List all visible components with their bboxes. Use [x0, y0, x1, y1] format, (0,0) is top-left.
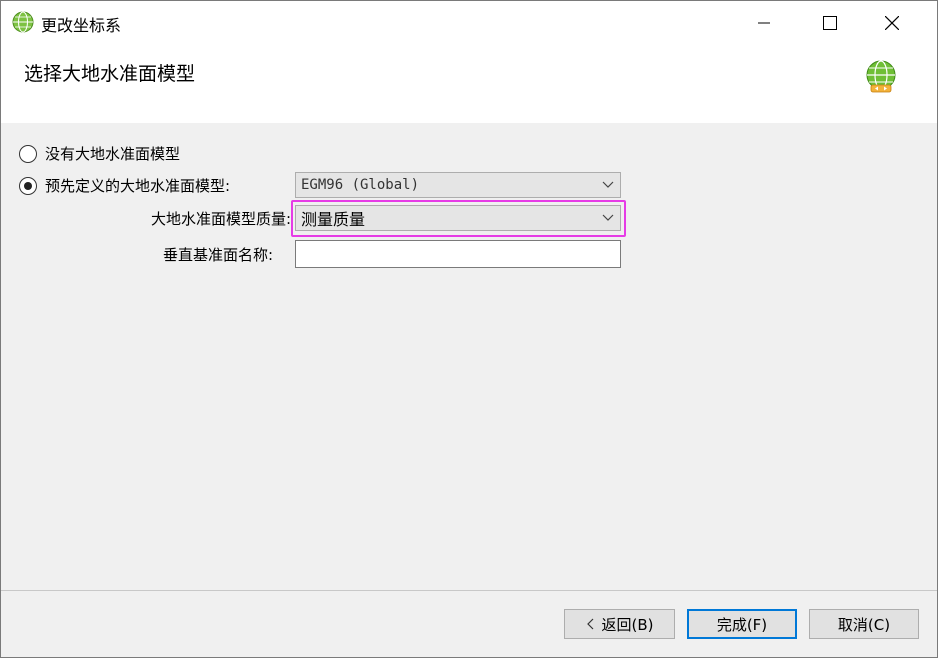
radio-predefined-label: 预先定义的大地水准面模型:	[45, 177, 231, 195]
page-title: 选择大地水准面模型	[24, 63, 196, 85]
close-button[interactable]	[869, 1, 915, 45]
back-button-label: 返回(B)	[601, 615, 654, 634]
minimize-icon	[758, 22, 770, 24]
maximize-icon	[823, 16, 837, 30]
finish-button[interactable]: 完成(F)	[687, 609, 797, 639]
chevron-left-icon	[586, 618, 593, 630]
globe-icon	[12, 11, 34, 33]
geoid-quality-select[interactable]: 测量质量	[295, 205, 621, 231]
vertical-datum-label: 垂直基准面名称:	[162, 246, 273, 264]
radio-button-selected[interactable]	[19, 176, 37, 195]
wizard-content: 没有大地水准面模型 预先定义的大地水准面模型: EGM96 (Global) 大…	[1, 123, 937, 589]
radio-predefined-geoid-model[interactable]: 预先定义的大地水准面模型:	[19, 175, 230, 196]
globe-arrows-icon	[866, 60, 896, 93]
title-bar: 更改坐标系	[1, 1, 937, 45]
geoid-model-value: EGM96 (Global)	[301, 177, 420, 193]
change-coordinate-system-dialog: 更改坐标系 选择大地水准面模型 没有大地水准面模型 预先定义的大地水准面模型: …	[0, 0, 938, 658]
footer-divider	[1, 590, 937, 591]
radio-button-unselected[interactable]	[19, 144, 37, 163]
vertical-datum-input[interactable]	[295, 240, 621, 268]
cancel-button[interactable]: 取消(C)	[809, 609, 919, 639]
radio-no-geoid-label: 没有大地水准面模型	[45, 145, 181, 163]
geoid-model-select[interactable]: EGM96 (Global)	[295, 172, 621, 198]
chevron-down-icon	[596, 173, 620, 197]
back-button[interactable]: 返回(B)	[564, 609, 675, 639]
cancel-button-label: 取消(C)	[837, 615, 891, 634]
geoid-quality-label: 大地水准面模型质量:	[150, 210, 291, 228]
maximize-button[interactable]	[807, 1, 853, 45]
minimize-button[interactable]	[741, 1, 787, 45]
close-icon	[885, 16, 899, 30]
window-title: 更改坐标系	[41, 16, 122, 35]
finish-button-label: 完成(F)	[716, 615, 768, 634]
geoid-quality-value: 测量质量	[301, 210, 366, 229]
chevron-down-icon	[596, 206, 620, 230]
radio-no-geoid-model[interactable]: 没有大地水准面模型	[19, 143, 180, 164]
wizard-header: 选择大地水准面模型	[1, 45, 937, 123]
